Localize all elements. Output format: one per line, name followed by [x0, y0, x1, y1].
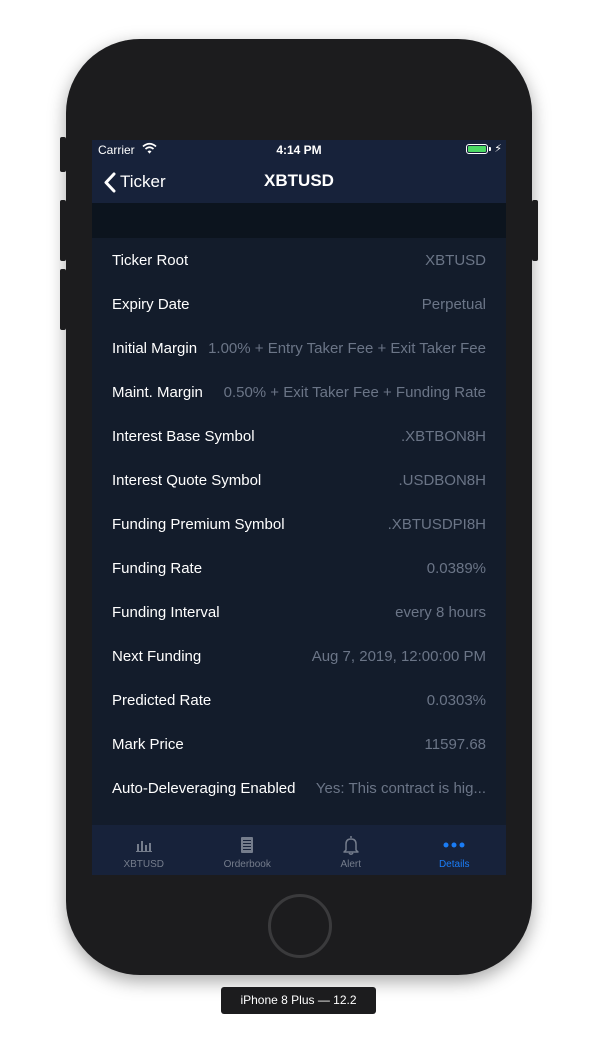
- detail-value: XBTUSD: [425, 251, 486, 269]
- tab-alert[interactable]: Alert: [299, 825, 403, 875]
- detail-value: every 8 hours: [395, 603, 486, 621]
- detail-row[interactable]: Mark Price 11597.68: [92, 722, 506, 766]
- detail-row[interactable]: Funding Rate 0.0389%: [92, 546, 506, 590]
- detail-value: .XBTBON8H: [400, 427, 486, 445]
- orderbook-icon: [241, 834, 254, 856]
- status-bar: Carrier 4:14 PM ⚡: [92, 140, 506, 160]
- navigation-bar: Ticker XBTUSD: [92, 160, 506, 203]
- detail-label: Auto-Deleveraging Enabled: [112, 779, 296, 797]
- detail-value: 0.50% + Exit Taker Fee + Funding Rate: [223, 383, 486, 401]
- detail-label: Expiry Date: [112, 295, 190, 313]
- status-time: 4:14 PM: [276, 143, 322, 157]
- home-button[interactable]: [268, 894, 332, 958]
- detail-row[interactable]: Interest Base Symbol .XBTBON8H: [92, 414, 506, 458]
- device-caption: iPhone 8 Plus — 12.2: [221, 987, 376, 1014]
- app-screen: Carrier 4:14 PM ⚡ Ticker XBTUSD Ticker R…: [92, 140, 506, 875]
- detail-value: Perpetual: [421, 295, 486, 313]
- tab-label: Details: [438, 859, 470, 870]
- detail-label: Initial Margin: [112, 339, 198, 357]
- detail-row[interactable]: Funding Interval every 8 hours: [92, 590, 506, 634]
- tab-label: Orderbook: [223, 859, 271, 870]
- detail-label: Interest Quote Symbol: [112, 471, 262, 489]
- charging-icon: ⚡: [494, 143, 502, 155]
- detail-row[interactable]: Predicted Rate 0.0303%: [92, 678, 506, 722]
- detail-label: Predicted Rate: [112, 691, 212, 709]
- detail-value: .XBTUSDPI8H: [387, 515, 486, 533]
- detail-row[interactable]: Maint. Margin 0.50% + Exit Taker Fee + Fu…: [92, 370, 506, 414]
- detail-value: 1.00% + Entry Taker Fee + Exit Taker Fee: [208, 339, 486, 357]
- detail-row[interactable]: Auto-Deleveraging Enabled Yes: This contr…: [92, 766, 506, 810]
- more-dots-icon: [443, 834, 465, 856]
- mute-switch: [60, 137, 66, 172]
- bell-icon: [343, 834, 359, 856]
- detail-value: Aug 7, 2019, 12:00:00 PM: [311, 647, 486, 665]
- detail-label: Interest Base Symbol: [112, 427, 255, 445]
- tab-xbtusd[interactable]: XBTUSD: [92, 825, 196, 875]
- detail-value: .USDBON8H: [398, 471, 486, 489]
- back-label: Ticker: [120, 172, 166, 191]
- power-button: [532, 200, 538, 261]
- detail-label: Funding Interval: [112, 603, 220, 621]
- battery-tip: [489, 147, 491, 151]
- detail-row[interactable]: Ticker Root XBTUSD: [92, 238, 506, 282]
- detail-value: Yes: This contract is hig...: [315, 779, 486, 797]
- detail-label: Mark Price: [112, 735, 184, 753]
- detail-label: Next Funding: [112, 647, 202, 665]
- chevron-left-icon: [104, 172, 116, 192]
- detail-label: Funding Rate: [112, 559, 203, 577]
- detail-row[interactable]: Funding Premium Symbol .XBTUSDPI8H: [92, 502, 506, 546]
- tab-label: Alert: [340, 859, 362, 870]
- detail-value: 0.0303%: [426, 691, 486, 709]
- battery-icon: [466, 144, 488, 154]
- detail-row[interactable]: Expiry Date Perpetual: [92, 282, 506, 326]
- tab-label: XBTUSD: [123, 859, 165, 870]
- tab-bar: XBTUSD Orderbook Alert Details: [92, 825, 506, 875]
- detail-label: Funding Premium Symbol: [112, 515, 285, 533]
- volume-up-button: [60, 200, 66, 261]
- detail-label: Maint. Margin: [112, 383, 203, 401]
- detail-value: 0.0389%: [426, 559, 486, 577]
- bar-chart-icon: [135, 834, 153, 856]
- details-list: Ticker Root XBTUSD Expiry Date Perpetual Ini…: [92, 238, 506, 810]
- detail-row[interactable]: Next Funding Aug 7, 2019, 12:00:00 PM: [92, 634, 506, 678]
- back-button[interactable]: Ticker: [104, 169, 166, 195]
- detail-row[interactable]: Initial Margin 1.00% + Entry Taker Fee + …: [92, 326, 506, 370]
- volume-down-button: [60, 269, 66, 330]
- section-header: [92, 203, 506, 238]
- detail-value: 11597.68: [424, 735, 486, 753]
- detail-row[interactable]: Interest Quote Symbol .USDBON8H: [92, 458, 506, 502]
- detail-label: Ticker Root: [112, 251, 189, 269]
- tab-details[interactable]: Details: [403, 825, 507, 875]
- tab-orderbook[interactable]: Orderbook: [196, 825, 300, 875]
